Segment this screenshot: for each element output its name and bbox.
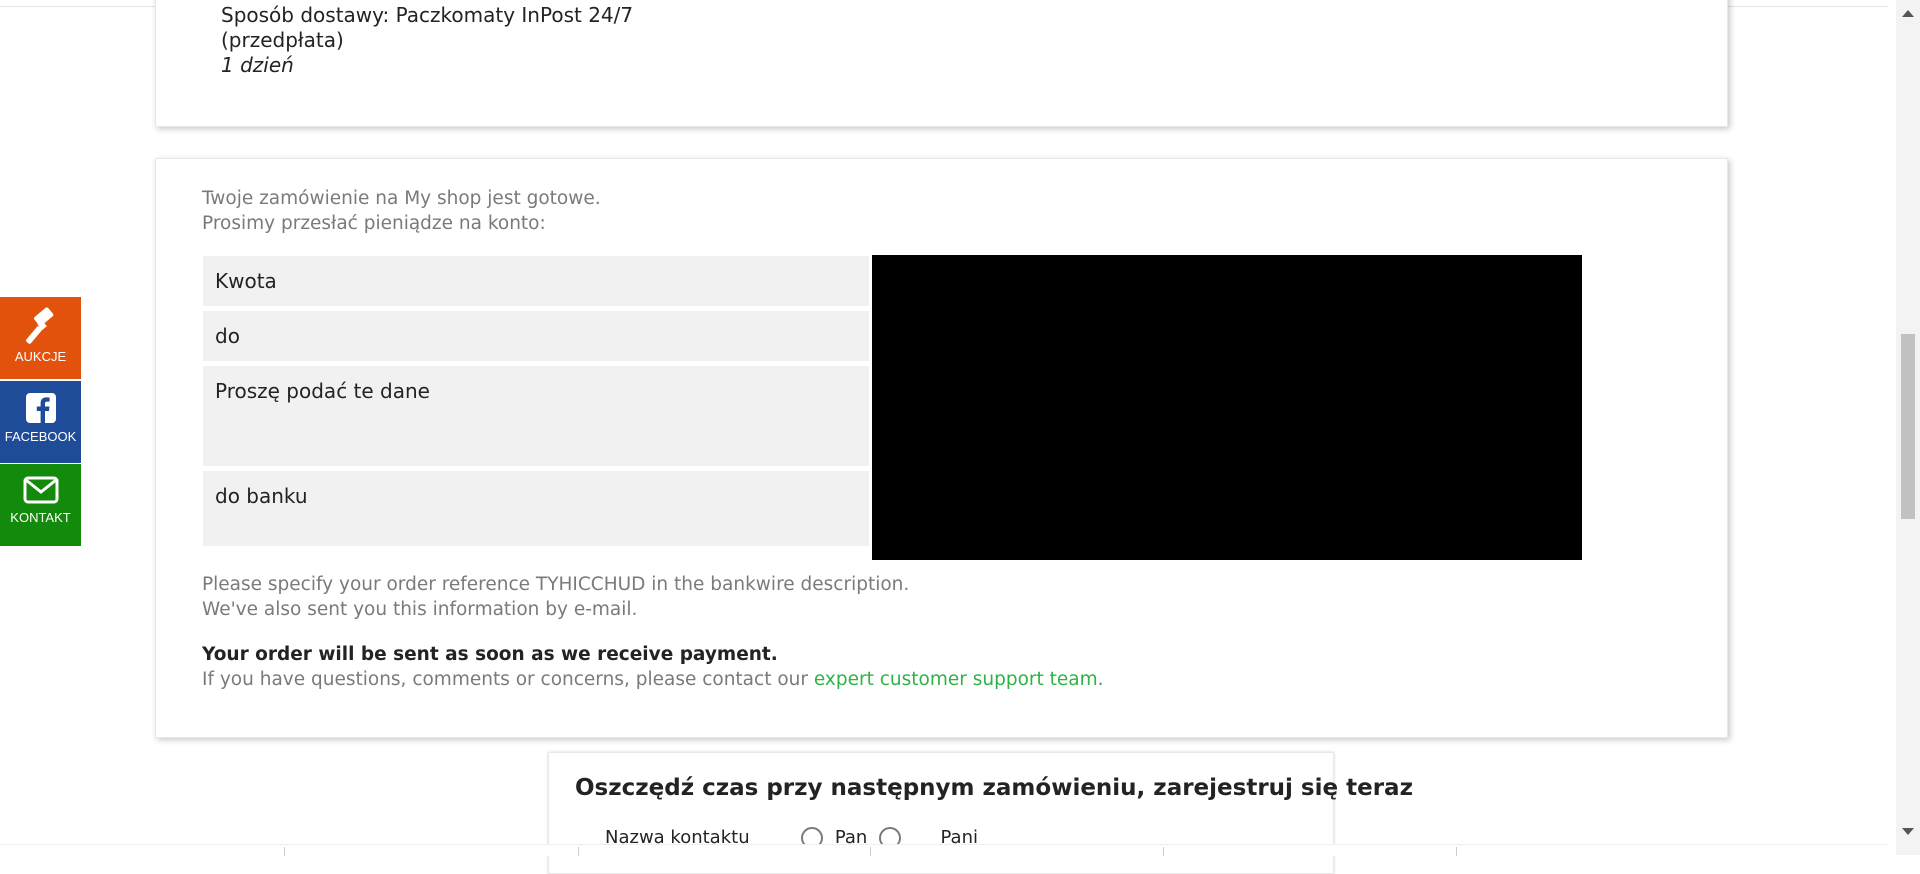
payment-reference-line1: Please specify your order reference TYHI…: [202, 574, 910, 595]
sidebar-facebook-button[interactable]: FACEBOOK: [0, 381, 81, 463]
delivery-duration: 1 dzień: [221, 53, 294, 77]
payment-intro-line1: Twoje zamówienie na My shop jest gotowe.: [202, 188, 601, 209]
footer-partial: [0, 844, 1888, 856]
payment-notice-text: If you have questions, comments or conce…: [202, 669, 808, 690]
scroll-down-arrow-icon[interactable]: [1902, 828, 1914, 835]
bank-row-recipient: do: [203, 311, 869, 361]
payment-notice-bold: Your order will be sent as soon as we re…: [202, 644, 778, 665]
scrollbar-thumb[interactable]: [1901, 334, 1915, 519]
sidebar-aukcje-button[interactable]: AUKCJE: [0, 297, 81, 379]
sidebar-kontakt-button[interactable]: KONTAKT: [0, 464, 81, 546]
bank-row-details: Proszę podać te dane: [203, 366, 869, 466]
delivery-prepaid: (przedpłata): [221, 28, 344, 52]
register-title: Oszczędź czas przy następnym zamówieniu,…: [575, 775, 1413, 801]
redacted-bank-values: [872, 255, 1582, 560]
scroll-up-arrow-icon[interactable]: [1902, 10, 1914, 17]
support-team-link[interactable]: expert customer support team: [814, 669, 1098, 690]
payment-notice: Your order will be sent as soon as we re…: [202, 642, 1104, 692]
sidebar-kontakt-label: KONTAKT: [10, 510, 71, 525]
payment-reference: Please specify your order reference TYHI…: [202, 572, 909, 622]
delivery-info: Sposób dostawy: Paczkomaty InPost 24/7 (…: [221, 3, 633, 78]
payment-notice-end: .: [1097, 669, 1104, 690]
payment-card: Twoje zamówienie na My shop jest gotowe.…: [155, 158, 1728, 738]
payment-notice-contact: If you have questions, comments or conce…: [202, 667, 1104, 692]
payment-intro-line2: Prosimy przesłać pieniądze na konto:: [202, 213, 546, 234]
sidebar-facebook-label: FACEBOOK: [4, 429, 77, 444]
gavel-icon: [25, 307, 53, 344]
delivery-method: Sposób dostawy: Paczkomaty InPost 24/7: [221, 3, 634, 27]
payment-intro: Twoje zamówienie na My shop jest gotowe.…: [202, 186, 601, 236]
facebook-icon: [25, 393, 56, 423]
envelope-icon: [23, 476, 58, 504]
bank-row-amount: Kwota: [203, 256, 869, 306]
sidebar-aukcje-label: AUKCJE: [14, 349, 67, 364]
page-scrollbar[interactable]: [1896, 0, 1920, 855]
payment-reference-line2: We've also sent you this information by …: [202, 599, 638, 620]
delivery-card: Sposób dostawy: Paczkomaty InPost 24/7 (…: [155, 0, 1728, 127]
bank-row-bank: do banku: [203, 471, 869, 546]
